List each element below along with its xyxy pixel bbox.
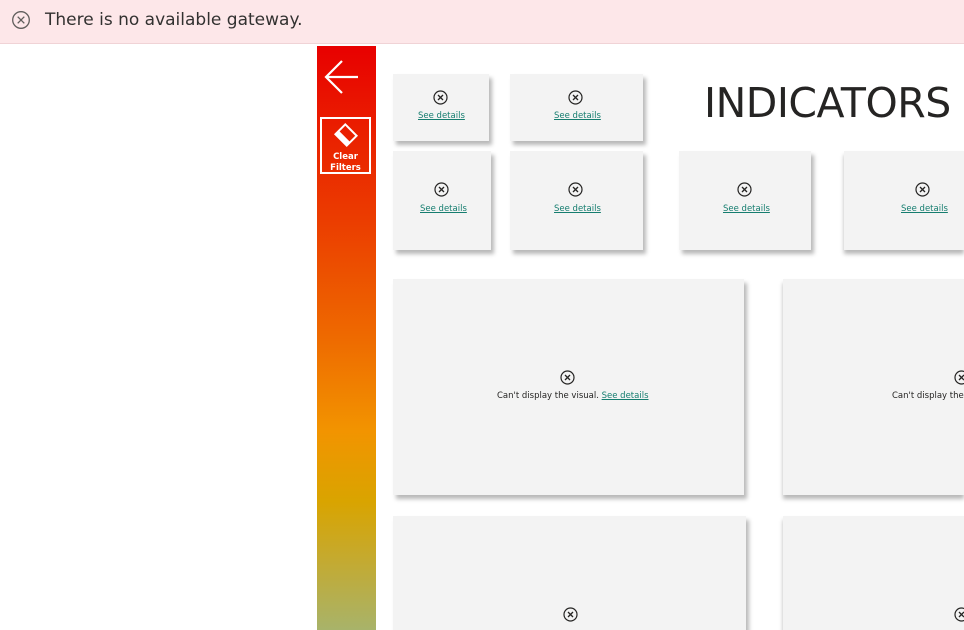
card-visual: See details (510, 74, 643, 141)
chart-visual: Can't display the visual. See details (393, 279, 744, 495)
clear-filters-label: Clear Filters (330, 152, 361, 173)
card-visual: See details (393, 74, 489, 141)
error-circle-icon (560, 370, 575, 385)
error-circle-icon (568, 182, 583, 197)
see-details-link[interactable]: See details (420, 204, 467, 214)
see-details-link[interactable]: See details (901, 204, 948, 214)
see-details-link[interactable]: See details (554, 204, 601, 214)
error-circle-icon (915, 182, 930, 197)
chart-visual (783, 516, 964, 630)
visual-error-message: Can't display the visual. (497, 391, 599, 401)
see-details-link[interactable]: See details (418, 111, 465, 121)
error-circle-icon (11, 10, 31, 30)
report-sidebar: Clear Filters (317, 46, 376, 630)
error-message: There is no available gateway. (45, 10, 303, 30)
error-circle-icon (954, 607, 964, 622)
visual-error-text: Can't display the visual. See details (497, 391, 649, 401)
visual-error-text: Can't display the (892, 391, 964, 401)
eraser-icon (332, 122, 360, 149)
card-visual: See details (393, 151, 491, 250)
report-page: There is no available gateway. Clear Fil… (0, 0, 964, 630)
chart-visual (393, 516, 746, 630)
page-title: INDICATORS (704, 79, 951, 127)
chart-visual: Can't display the (783, 279, 964, 495)
see-details-link[interactable]: See details (554, 111, 601, 121)
see-details-link[interactable]: See details (723, 204, 770, 214)
error-circle-icon (433, 90, 448, 105)
error-circle-icon (563, 607, 578, 622)
error-circle-icon (954, 370, 964, 385)
error-circle-icon (434, 182, 449, 197)
see-details-link[interactable]: See details (602, 391, 649, 401)
error-circle-icon (737, 182, 752, 197)
error-banner: There is no available gateway. (0, 0, 964, 44)
arrow-left-icon[interactable] (323, 58, 361, 96)
card-visual: See details (510, 151, 643, 250)
error-circle-icon (568, 90, 583, 105)
clear-filters-button[interactable]: Clear Filters (320, 117, 371, 174)
card-visual: See details (679, 151, 811, 250)
card-visual: See details (844, 151, 964, 250)
